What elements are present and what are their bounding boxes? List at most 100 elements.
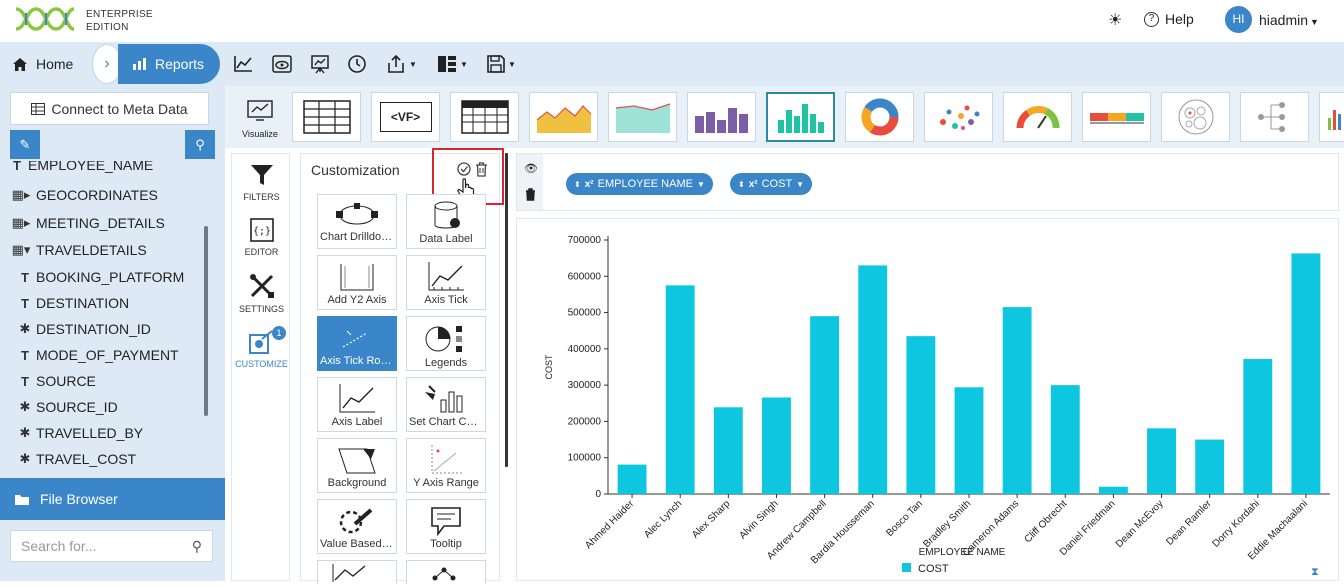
line-chart-icon[interactable]: [233, 52, 253, 76]
customize-axis-tick[interactable]: Axis Tick: [406, 255, 486, 310]
viz-stacked-area[interactable]: [608, 92, 677, 142]
background-icon: [338, 448, 376, 474]
viz-gauge[interactable]: [1003, 92, 1072, 142]
trash-icon[interactable]: [525, 188, 536, 206]
filters-tab[interactable]: FILTERS: [232, 162, 291, 202]
visualize-button[interactable]: Visualize: [233, 94, 285, 140]
line-chart-icon: [332, 564, 366, 582]
x-tick-label: Cliff Obrecht: [1022, 498, 1069, 545]
chart-drilldown-icon: [336, 203, 378, 225]
tooltip-icon: [431, 507, 461, 536]
legends-icon: [425, 326, 462, 352]
tree-item[interactable]: ✱ DESTINATION_ID: [18, 319, 151, 339]
customize-set-chart-color[interactable]: Set Chart Color: [406, 377, 486, 432]
tree-item[interactable]: ✱ TRAVELLED_BY: [18, 423, 144, 443]
customize-background[interactable]: Background: [317, 438, 397, 493]
tree-item[interactable]: ✱ SOURCE_ID: [18, 397, 118, 417]
text-field-icon: T: [21, 373, 29, 389]
customize-legends[interactable]: Legends: [406, 316, 486, 371]
layout-icon[interactable]: ▼: [437, 52, 468, 76]
tree-item[interactable]: ▦▸ GEOCORDINATES: [10, 185, 158, 205]
tree-item-label: GEOCORDINATES: [36, 187, 158, 203]
customize-axis-tick-rotation[interactable]: Axis Tick Rotation: [317, 316, 397, 371]
x-tick-label: Dorry Kordahi: [1211, 498, 1262, 549]
tree-item[interactable]: T EMPLOYEE_NAME: [10, 155, 153, 175]
customize-data-label[interactable]: Data Label: [406, 194, 486, 249]
reports-button[interactable]: Reports: [118, 44, 220, 84]
editor-tab[interactable]: {;} EDITOR: [232, 217, 291, 257]
settings-tab[interactable]: SETTINGS: [232, 272, 291, 314]
home-label: Home: [36, 56, 74, 72]
tree-item[interactable]: T SOURCE: [18, 371, 96, 391]
network-icon: [432, 567, 456, 581]
y-axis-title: COST: [544, 354, 554, 380]
tree-item[interactable]: ✱ TRAVEL_COST: [18, 449, 137, 469]
svg-text:{;}: {;}: [252, 226, 270, 237]
viz-area[interactable]: [529, 92, 598, 142]
bar-chart[interactable]: 0 100000 200000 300000 400000 500000 600000 700…: [517, 219, 1340, 582]
help-link[interactable]: ? Help: [1144, 11, 1194, 27]
table-folder-icon: ▦▸: [11, 187, 31, 202]
eye-icon[interactable]: 👁: [524, 162, 538, 175]
set-chart-color-icon: [425, 385, 463, 413]
customize-add-y2-axis[interactable]: Add Y2 Axis: [317, 255, 397, 310]
customize-label: CUSTOMIZE: [235, 359, 288, 369]
tree-item-label: BOOKING_PLATFORM: [36, 269, 185, 285]
bar: [1291, 253, 1321, 494]
x-tick-label: Dean Ramler: [1164, 498, 1214, 548]
presentation-icon[interactable]: [310, 52, 330, 76]
customization-panel: Customization Chart Drilldown Data Label A…: [300, 148, 504, 584]
sidebar-scrollbar[interactable]: [204, 226, 208, 416]
viz-grid-table[interactable]: [450, 92, 519, 142]
customize-y-axis-range[interactable]: Y Axis Range: [406, 438, 486, 493]
preview-icon[interactable]: [272, 52, 292, 76]
connect-meta-data-button[interactable]: Connect to Meta Data: [10, 92, 209, 125]
x-tick-label: Dean McEvoy: [1114, 498, 1166, 550]
bar: [1050, 385, 1080, 494]
viz-bubble-pack[interactable]: [1161, 92, 1230, 142]
axis-label-icon: [339, 384, 375, 413]
tree-item[interactable]: T BOOKING_PLATFORM: [18, 267, 184, 287]
customize-value-based-color[interactable]: Value Based Color: [317, 499, 397, 554]
tree-item[interactable]: T DESTINATION: [18, 293, 129, 313]
customize-axis-label[interactable]: Axis Label: [317, 377, 397, 432]
y-field-pill[interactable]: ⬍ x² COST ▼: [730, 173, 813, 195]
viz-table[interactable]: [292, 92, 361, 142]
customize-tile-label: Background: [327, 477, 387, 489]
bar-chart-icon: [694, 108, 748, 133]
file-browser-button[interactable]: File Browser: [0, 478, 225, 520]
viz-tree[interactable]: [1240, 92, 1309, 142]
user-menu[interactable]: hiadmin ▼: [1259, 12, 1319, 28]
x-field-pill[interactable]: ⬍ x² EMPLOYEE NAME ▼: [566, 173, 713, 195]
lightbulb-icon[interactable]: ☀: [1108, 10, 1122, 30]
tree-item[interactable]: T MODE_OF_PAYMENT: [18, 345, 179, 365]
viz-bullet[interactable]: [1082, 92, 1151, 142]
data-label-icon: [434, 201, 460, 229]
y-tick-label: 600000: [568, 271, 602, 282]
search-icon: ⚲: [191, 537, 202, 554]
customize-chart-drilldown[interactable]: Chart Drilldown: [317, 194, 397, 249]
viz-donut[interactable]: [845, 92, 914, 142]
tree-item[interactable]: ▦▸ MEETING_DETAILS: [10, 213, 165, 233]
share-icon[interactable]: ▼: [386, 52, 417, 76]
tree-item[interactable]: ▦▾ TRAVELDETAILS: [10, 240, 147, 260]
y-field-label: COST: [761, 178, 793, 190]
customize-tile-label: Chart Drilldown: [320, 231, 396, 243]
search-button[interactable]: ⚲: [185, 130, 215, 159]
customize-tooltip[interactable]: Tooltip: [406, 499, 486, 554]
viz-scatter[interactable]: [924, 92, 993, 142]
customize-tile-label: Axis Label: [331, 416, 383, 428]
field-search-input[interactable]: Search for... ⚲: [10, 530, 213, 562]
helical-logo[interactable]: [14, 7, 76, 31]
panel-resize-handle[interactable]: [505, 153, 508, 467]
y-tick-label: 300000: [568, 380, 602, 391]
avatar[interactable]: HI: [1225, 6, 1252, 33]
x-axis-icon: x²: [748, 178, 758, 190]
history-icon[interactable]: [347, 52, 367, 76]
file-browser-label: File Browser: [40, 491, 118, 507]
save-icon[interactable]: ▼: [487, 52, 516, 76]
viz-vf[interactable]: <VF>: [371, 92, 440, 142]
viz-more[interactable]: [1319, 92, 1344, 142]
viz-bar-purple[interactable]: [687, 92, 756, 142]
viz-bar-selected[interactable]: [766, 92, 835, 142]
